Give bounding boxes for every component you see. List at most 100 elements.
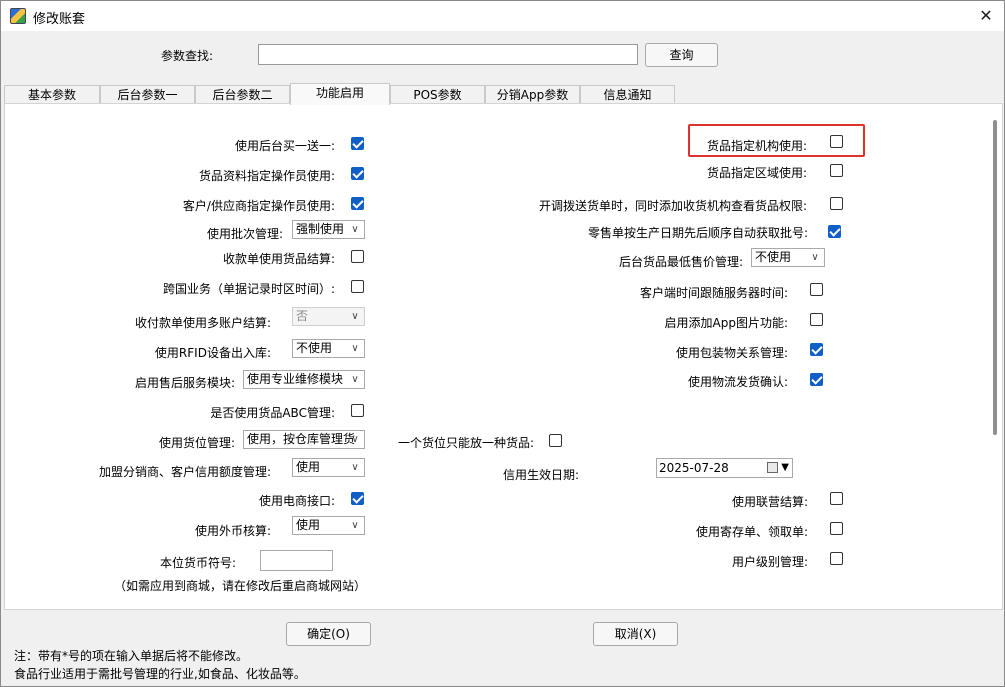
chevron-down-icon: ∨	[351, 434, 359, 445]
label-customer-operator: 客户/供应商指定操作员使用:	[182, 199, 335, 213]
chevron-down-icon: ▼	[781, 462, 789, 473]
checkbox-product-operator[interactable]	[351, 167, 364, 180]
settings-panel	[4, 103, 1003, 610]
checkbox-app-image[interactable]	[810, 313, 823, 326]
window-title: 修改账套	[33, 12, 86, 27]
checkbox-packaging[interactable]	[810, 343, 823, 356]
checkbox-auto-batch[interactable]	[828, 225, 841, 238]
chevron-down-icon: ∨	[351, 224, 359, 235]
select-min-price-value: 不使用	[755, 250, 792, 264]
label-multi-account: 收付款单使用多账户结算:	[134, 316, 271, 330]
tab-backend-1[interactable]: 后台参数一	[100, 85, 195, 105]
label-location-management: 使用货位管理:	[158, 436, 235, 450]
checkbox-buy-one-get-one[interactable]	[351, 137, 364, 150]
label-user-level: 用户级别管理:	[731, 555, 808, 569]
search-input[interactable]	[258, 44, 638, 65]
label-server-time: 客户端时间跟随服务器时间:	[639, 286, 788, 300]
tab-notifications[interactable]: 信息通知	[580, 85, 675, 105]
select-rfid-value: 不使用	[296, 341, 333, 355]
chevron-down-icon: ∨	[351, 462, 359, 473]
search-label: 参数查找:	[161, 49, 214, 63]
close-button[interactable]: ✕	[974, 4, 998, 28]
label-auto-batch: 零售单按生产日期先后顺序自动获取批号:	[587, 226, 808, 240]
label-ecommerce-api: 使用电商接口:	[258, 494, 335, 508]
scroll-thumb[interactable]	[993, 120, 997, 435]
date-value: 2025-07-28	[659, 461, 729, 475]
checkbox-transfer-permission[interactable]	[830, 197, 843, 210]
select-multi-account: 否 ∨	[292, 307, 365, 326]
label-app-image: 启用添加App图片功能:	[664, 316, 789, 330]
checkbox-product-org[interactable]	[830, 135, 843, 148]
label-joint-settlement: 使用联营结算:	[731, 495, 808, 509]
checkbox-cross-border[interactable]	[351, 280, 364, 293]
select-foreign-currency[interactable]: 使用 ∨	[292, 516, 365, 535]
tab-backend-2[interactable]: 后台参数二	[195, 85, 290, 105]
select-foreign-currency-value: 使用	[296, 518, 321, 532]
label-mall-restart-hint: （如需应用到商城，请在修改后重启商城网站）	[114, 579, 367, 593]
dialog-window: 修改账套 ✕ 参数查找: 查询 基本参数 后台参数一 后台参数二 功能启用 PO…	[0, 0, 1005, 687]
label-batch-management: 使用批次管理:	[206, 227, 283, 241]
label-foreign-currency: 使用外币核算:	[194, 524, 271, 538]
checkbox-deposit-slip[interactable]	[830, 522, 843, 535]
select-credit-limit[interactable]: 使用 ∨	[292, 458, 365, 477]
label-cross-border: 跨国业务（单据记录时区时间）:	[162, 282, 335, 296]
chevron-down-icon: ∨	[351, 520, 359, 531]
checkbox-receipt-goods[interactable]	[351, 250, 364, 263]
select-rfid[interactable]: 不使用 ∨	[292, 339, 365, 358]
label-credit-date: 信用生效日期:	[502, 468, 579, 482]
ok-button[interactable]: 确定(O)	[286, 622, 371, 646]
label-one-item-per-location: 一个货位只能放一种货品:	[398, 436, 535, 450]
checkbox-ecommerce-api[interactable]	[351, 492, 364, 505]
select-credit-limit-value: 使用	[296, 460, 321, 474]
checkbox-user-level[interactable]	[830, 552, 843, 565]
checkbox-logistics-confirm[interactable]	[810, 373, 823, 386]
label-rfid: 使用RFID设备出入库:	[154, 346, 271, 360]
label-logistics-confirm: 使用物流发货确认:	[687, 375, 788, 389]
chevron-down-icon: ∨	[351, 343, 359, 354]
cancel-button[interactable]: 取消(X)	[593, 622, 678, 646]
label-after-sales: 启用售后服务模块:	[134, 376, 235, 390]
checkbox-abc-management[interactable]	[351, 404, 364, 417]
chevron-down-icon: ∨	[811, 252, 819, 263]
label-min-price: 后台货品最低售价管理:	[618, 255, 743, 269]
vertical-scrollbar[interactable]	[992, 108, 998, 606]
title-bar: 修改账套 ✕	[1, 1, 1004, 31]
select-batch-management[interactable]: 强制使用 ∨	[292, 220, 365, 239]
footer-note-1: 注：带有*号的项在输入单据后将不能修改。	[14, 649, 249, 663]
checkbox-joint-settlement[interactable]	[830, 492, 843, 505]
tab-distribution-app[interactable]: 分销App参数	[485, 85, 580, 105]
input-currency-symbol[interactable]	[260, 550, 333, 571]
label-product-org: 货品指定机构使用:	[706, 139, 807, 153]
checkbox-server-time[interactable]	[810, 283, 823, 296]
checkbox-product-region[interactable]	[830, 164, 843, 177]
label-packaging: 使用包装物关系管理:	[675, 346, 788, 360]
label-abc-management: 是否使用货品ABC管理:	[210, 406, 335, 420]
select-location-management[interactable]: 使用，按仓库管理货 ∨	[243, 430, 365, 449]
select-location-management-value: 使用，按仓库管理货	[247, 432, 356, 446]
select-batch-management-value: 强制使用	[296, 222, 345, 236]
label-transfer-permission: 开调拨送货单时，同时添加收货机构查看货品权限:	[538, 199, 807, 213]
chevron-down-icon: ∨	[351, 374, 359, 385]
label-credit-limit: 加盟分销商、客户信用额度管理:	[98, 465, 271, 479]
checkbox-customer-operator[interactable]	[351, 197, 364, 210]
select-min-price[interactable]: 不使用 ∨	[751, 248, 825, 267]
calendar-icon	[767, 462, 778, 473]
tab-basic[interactable]: 基本参数	[4, 85, 100, 105]
search-button[interactable]: 查询	[645, 43, 718, 67]
label-buy-one-get-one: 使用后台买一送一:	[234, 139, 335, 153]
label-product-region: 货品指定区域使用:	[706, 166, 807, 180]
checkbox-one-item-per-location[interactable]	[549, 434, 562, 447]
tab-pos[interactable]: POS参数	[390, 85, 485, 105]
select-after-sales-value: 使用专业维修模块	[247, 372, 344, 386]
select-after-sales[interactable]: 使用专业维修模块 ∨	[243, 370, 365, 389]
select-multi-account-value: 否	[296, 309, 309, 323]
label-receipt-goods: 收款单使用货品结算:	[222, 252, 335, 266]
label-currency-symbol: 本位货币符号:	[159, 556, 236, 570]
label-deposit-slip: 使用寄存单、领取单:	[695, 525, 808, 539]
date-picker-credit[interactable]: 2025-07-28 ▼	[656, 458, 793, 478]
app-icon	[10, 8, 26, 24]
chevron-down-icon: ∨	[351, 311, 359, 322]
label-product-operator: 货品资料指定操作员使用:	[198, 169, 335, 183]
tab-features[interactable]: 功能启用	[290, 83, 390, 105]
footer-note-2: 食品行业适用于需批号管理的行业,如食品、化妆品等。	[14, 667, 306, 681]
